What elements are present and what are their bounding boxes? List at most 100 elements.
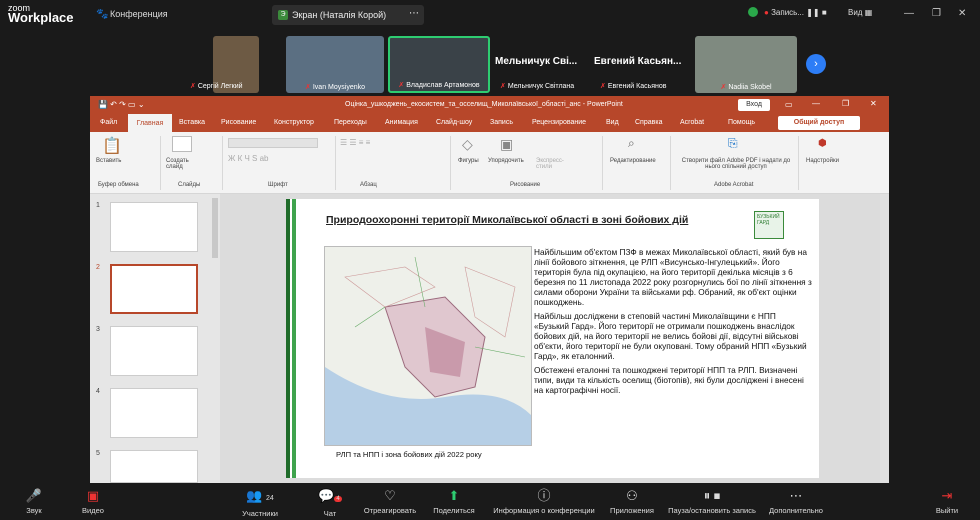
view-button[interactable]: Вид ▦ bbox=[848, 8, 872, 17]
quick-access-icons[interactable]: 💾 ↶ ↷ ▭ ⌄ bbox=[98, 100, 145, 109]
active-speaker-tile[interactable]: ✗ Владислав Артамонов bbox=[388, 36, 490, 93]
more-options-icon[interactable]: ⋯ bbox=[409, 8, 419, 19]
green-stripe-decoration bbox=[286, 199, 300, 478]
slide-scrollbar[interactable] bbox=[880, 194, 889, 483]
share-screen-button[interactable]: ⬆ Поделиться bbox=[414, 483, 494, 515]
participant-tile[interactable]: ✗ Ivan Moysiyenko bbox=[286, 36, 384, 93]
tab-help-search[interactable]: Помощь bbox=[728, 119, 755, 126]
tab-help[interactable]: Справка bbox=[635, 119, 662, 126]
addins-icon[interactable]: ⬢ bbox=[818, 138, 827, 149]
arrange-button[interactable]: Упорядочить bbox=[488, 158, 524, 164]
participant-name: ✗ Сергій Легкий bbox=[190, 83, 243, 90]
leave-icon: ⇥ bbox=[941, 488, 953, 503]
next-participants-button[interactable]: › bbox=[806, 54, 826, 74]
leave-button[interactable]: ⇥ Выйти bbox=[912, 483, 980, 515]
screen-share-label: Экран (Наталія Корой) bbox=[292, 10, 387, 20]
slide-thumbnail[interactable] bbox=[110, 326, 198, 376]
paragraph-3: Обстежені еталонні та пошкоджені територ… bbox=[534, 365, 804, 395]
tab-acrobat[interactable]: Acrobat bbox=[680, 119, 704, 126]
search-icon[interactable]: ⌕ bbox=[628, 136, 635, 151]
ribbon: 📋 Вставить Буфер обмена Создать слайд Сл… bbox=[90, 132, 889, 194]
more-button[interactable]: ⋯ Дополнительно bbox=[756, 483, 836, 515]
slide-thumbnail[interactable] bbox=[110, 388, 198, 438]
participant-bigname: Мельничук Сві... bbox=[495, 56, 578, 67]
zoom-top-bar: zoom Workplace 🐾 Конференция Э Экран (Нат… bbox=[0, 0, 980, 30]
participants-button[interactable]: 👥 24 Участники bbox=[220, 483, 300, 518]
thumb-number: 5 bbox=[96, 450, 100, 457]
ppt-restore-icon[interactable]: ❐ bbox=[842, 99, 849, 108]
shield-icon bbox=[748, 7, 758, 17]
tab-record[interactable]: Запись bbox=[490, 119, 513, 126]
participant-name: ✗ Ivan Moysiyenko bbox=[304, 84, 365, 91]
thumbs-scrollbar[interactable] bbox=[212, 198, 218, 258]
buzkyi-gard-logo: БУЗЬКИЙ ГАРД bbox=[754, 211, 784, 239]
participant-name: ✗ Nadiia Skobel bbox=[720, 84, 772, 91]
slide-thumbnail[interactable] bbox=[110, 450, 198, 483]
participant-name: ✗ Евгений Касьянов bbox=[600, 83, 667, 90]
editing-button[interactable]: Редактирование bbox=[610, 158, 656, 164]
express-styles-button[interactable]: Экспресс-стили bbox=[536, 158, 576, 170]
tab-draw[interactable]: Рисование bbox=[221, 119, 256, 126]
ppt-minimize-icon[interactable]: — bbox=[812, 99, 820, 108]
close-icon[interactable]: ✕ bbox=[958, 8, 966, 19]
new-slide-icon[interactable] bbox=[172, 136, 192, 152]
pause-stop-recording-button[interactable]: ⏸ ⏹ Пауза/остановить запись bbox=[664, 483, 760, 515]
addins-button[interactable]: Надстройки bbox=[806, 158, 839, 164]
tab-transitions[interactable]: Переходы bbox=[334, 119, 367, 126]
zoom-toolbar: 🎤 Звук ▣ Видео 👥 24 Участники 💬 4 Чат ♡ Отреаг… bbox=[0, 483, 980, 520]
ribbon-display-icon[interactable]: ▭ bbox=[785, 100, 793, 109]
tab-insert[interactable]: Вставка bbox=[179, 119, 205, 126]
font-format-icons[interactable]: Ж К Ч S ab bbox=[228, 154, 269, 163]
restore-icon[interactable]: ❐ bbox=[932, 8, 941, 19]
signin-button[interactable]: Вход bbox=[738, 99, 770, 111]
slide-canvas: Природоохоронні території Миколаївської … bbox=[286, 199, 819, 478]
tab-animation[interactable]: Анимация bbox=[385, 119, 418, 126]
adobe-create-button[interactable]: Створити файл Adobe PDF і надати до ньог… bbox=[680, 158, 792, 170]
paragraph-icons[interactable]: ☰ ☰ ≡ ≡ bbox=[340, 138, 370, 147]
slide-body: Найбільшим об'єктом ПЗФ в межах Миколаїв… bbox=[534, 247, 812, 399]
tab-file[interactable]: Файл bbox=[100, 119, 117, 126]
participants-icon: 👥 24 bbox=[246, 488, 274, 503]
adobe-group: Adobe Acrobat bbox=[714, 182, 754, 188]
conference-label: Конференция bbox=[110, 9, 168, 19]
thumb-number: 4 bbox=[96, 388, 100, 395]
slides-group: Слайды bbox=[178, 182, 201, 188]
paste-icon[interactable]: 📋 bbox=[102, 136, 122, 156]
screen-share-tab[interactable]: Э Экран (Наталія Корой) ⋯ bbox=[272, 5, 424, 25]
participant-tile[interactable]: ✗ Nadiia Skobel bbox=[695, 36, 797, 93]
slide-thumbnail-selected[interactable] bbox=[110, 264, 198, 314]
tab-design[interactable]: Конструктор bbox=[274, 119, 314, 126]
powerpoint-window: 💾 ↶ ↷ ▭ ⌄ Оцінка_ушкоджень_екосистем_та_… bbox=[90, 96, 889, 483]
record-status[interactable]: ● Запись... ❚❚ ■ bbox=[764, 8, 827, 17]
shapes-icon[interactable]: ◇ bbox=[462, 136, 473, 153]
paw-icon: 🐾 bbox=[96, 9, 109, 20]
pause-stop-icon: ⏸ ⏹ bbox=[703, 488, 721, 503]
video-button[interactable]: ▣ Видео bbox=[53, 483, 133, 515]
shapes-button[interactable]: Фигуры bbox=[458, 158, 479, 164]
tab-slideshow[interactable]: Слайд-шоу bbox=[436, 119, 472, 126]
apps-button[interactable]: ⚇ Приложения bbox=[592, 483, 672, 515]
clipboard-group: Буфер обмена bbox=[98, 182, 139, 188]
adobe-pdf-icon[interactable]: ⎘ bbox=[728, 136, 738, 151]
meeting-info-button[interactable]: ⓘ Информация о конференции bbox=[488, 483, 600, 515]
arrange-icon[interactable]: ▣ bbox=[500, 136, 513, 153]
participant-name: ✗ Владислав Артамонов bbox=[398, 82, 480, 89]
thumb-number: 3 bbox=[96, 326, 100, 333]
tab-review[interactable]: Рецензирование bbox=[532, 119, 586, 126]
minimize-icon[interactable]: — bbox=[904, 8, 914, 19]
apps-icon: ⚇ bbox=[626, 488, 638, 503]
share-button[interactable]: Общий доступ bbox=[778, 116, 860, 130]
map-image bbox=[324, 246, 532, 446]
ppt-title-bar: 💾 ↶ ↷ ▭ ⌄ Оцінка_ушкоджень_екосистем_та_… bbox=[90, 96, 889, 114]
participant-bigname: Евгений Касьян... bbox=[594, 56, 682, 67]
font-name-select[interactable] bbox=[228, 138, 318, 148]
ppt-close-icon[interactable]: ✕ bbox=[870, 99, 877, 108]
paragraph-2: Найбільш досліджени в степовій частині М… bbox=[534, 311, 807, 361]
tab-view[interactable]: Вид bbox=[606, 119, 619, 126]
paste-button[interactable]: Вставить bbox=[96, 158, 132, 164]
paragraph-1: Найбільшим об'єктом ПЗФ в межах Миколаїв… bbox=[534, 247, 812, 307]
tab-home[interactable]: Главная bbox=[128, 114, 172, 132]
new-slide-button[interactable]: Создать слайд bbox=[166, 158, 196, 170]
thumb-number: 1 bbox=[96, 202, 100, 209]
slide-thumbnail[interactable] bbox=[110, 202, 198, 252]
